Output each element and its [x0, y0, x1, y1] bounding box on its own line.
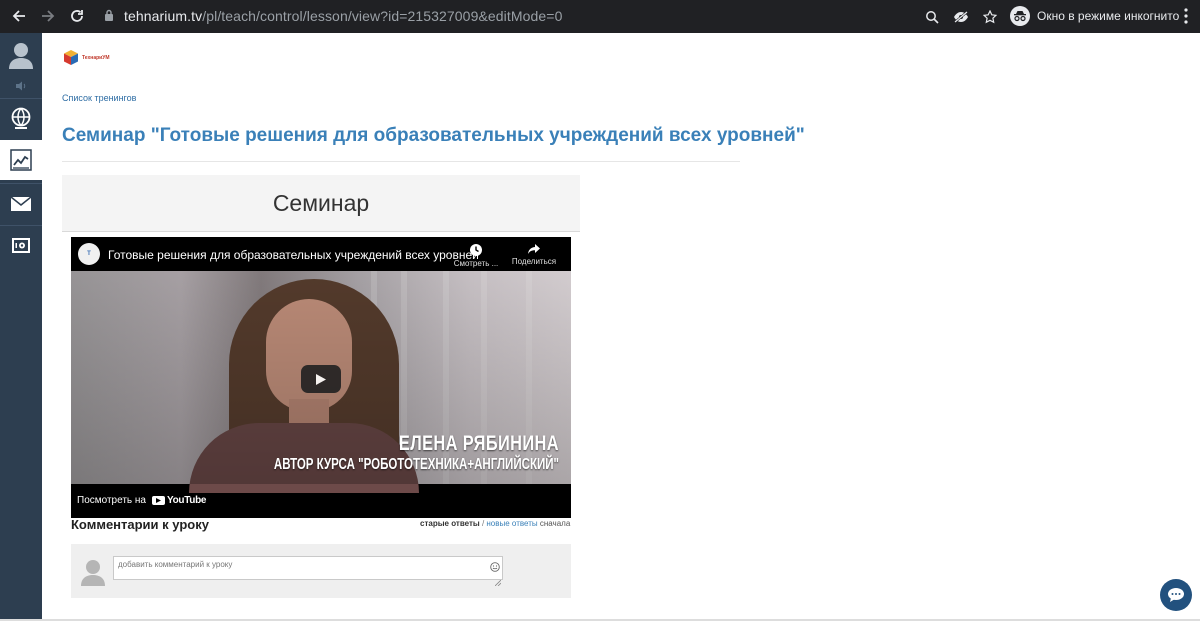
- sidebar-item-sound[interactable]: [0, 77, 42, 95]
- reload-icon: [71, 10, 83, 22]
- logo-text: ТехнариУМ: [82, 54, 110, 61]
- video-lower-third: ЕЛЕНА РЯБИНИНА АВТОР КУРСА "РОБОТОТЕХНИК…: [163, 432, 559, 474]
- chat-widget-button[interactable]: [1160, 579, 1192, 611]
- share-button[interactable]: Поделиться: [505, 243, 563, 266]
- lesson-header: Семинар: [62, 175, 580, 232]
- comments-sort: старые ответы / новые ответы сначала: [420, 519, 570, 528]
- chart-icon: [10, 149, 32, 171]
- play-icon: [316, 373, 326, 385]
- comments-title: Комментарии к уроку: [71, 517, 209, 532]
- safe-icon: [12, 238, 30, 253]
- comment-input[interactable]: [113, 556, 503, 580]
- arrow-left-icon: [12, 10, 25, 22]
- user-placeholder-icon: [81, 560, 105, 586]
- sidebar-item-messages[interactable]: [0, 189, 42, 219]
- speaker-name: ЕЛЕНА РЯБИНИНА: [398, 432, 559, 455]
- watch-later-label: Смотреть ...: [453, 259, 499, 268]
- watch-on-youtube-button[interactable]: Посмотреть на YouTube: [71, 487, 212, 514]
- globe-icon: [11, 107, 31, 129]
- comment-form: [71, 544, 571, 598]
- mail-icon: [10, 196, 32, 211]
- title-divider: [62, 161, 740, 162]
- left-sidebar: [0, 33, 42, 621]
- eye-off-icon[interactable]: [951, 7, 971, 27]
- browser-toolbar: tehnarium.tv/pl/teach/control/lesson/vie…: [0, 0, 1200, 33]
- video-player[interactable]: ЕЛЕНА РЯБИНИНА АВТОР КУРСА "РОБОТОТЕХНИК…: [71, 237, 571, 518]
- speaker-icon: [16, 81, 26, 91]
- chat-icon: [1168, 588, 1184, 602]
- incognito-indicator[interactable]: Окно в режиме инкогнито: [1010, 5, 1180, 27]
- url-path: /pl/teach/control/lesson/view?id=2153270…: [202, 8, 563, 24]
- lesson-header-text: Семинар: [272, 189, 370, 216]
- youtube-wordmark: YouTube: [167, 495, 207, 506]
- site-logo[interactable]: ТехнариУМ: [63, 49, 110, 66]
- sidebar-item-profile[interactable]: [0, 37, 42, 73]
- avatar: [80, 558, 106, 586]
- star-icon[interactable]: [980, 7, 1000, 27]
- clock-icon: [470, 244, 482, 256]
- incognito-icon: [1010, 6, 1030, 26]
- lock-icon[interactable]: [104, 9, 114, 27]
- sidebar-item-safe[interactable]: [0, 231, 42, 261]
- back-button[interactable]: [8, 5, 30, 27]
- resize-grip-icon[interactable]: [494, 573, 502, 591]
- arrow-right-icon: [42, 10, 55, 22]
- forward-button[interactable]: [37, 5, 59, 27]
- play-button[interactable]: [301, 365, 341, 393]
- breadcrumb-trainings-link[interactable]: Список тренингов: [62, 93, 136, 103]
- sidebar-item-analytics[interactable]: [0, 140, 42, 180]
- address-bar[interactable]: tehnarium.tv/pl/teach/control/lesson/vie…: [124, 8, 562, 24]
- zoom-icon[interactable]: [922, 7, 942, 27]
- sort-old-link[interactable]: старые ответы: [420, 519, 480, 528]
- video-title-bar: Т Готовые решения для образовательных уч…: [71, 237, 571, 271]
- more-menu-icon[interactable]: [1184, 8, 1188, 29]
- watch-on-label: Посмотреть на: [77, 495, 146, 506]
- share-icon: [528, 244, 540, 254]
- share-label: Поделиться: [511, 257, 557, 266]
- sidebar-item-globe[interactable]: [0, 103, 42, 133]
- reload-button[interactable]: [66, 5, 88, 27]
- user-icon: [9, 43, 33, 69]
- sort-first-text: сначала: [537, 519, 571, 528]
- incognito-label: Окно в режиме инкогнито: [1037, 9, 1180, 23]
- sort-new-link[interactable]: новые ответы: [486, 519, 537, 528]
- youtube-play-icon: [152, 496, 165, 505]
- watch-later-button[interactable]: Смотреть ...: [447, 243, 505, 268]
- logo-cube-icon: [64, 50, 78, 65]
- channel-avatar[interactable]: Т: [78, 243, 100, 265]
- video-title[interactable]: Готовые решения для образовательных учре…: [108, 248, 479, 262]
- url-host: tehnarium.tv: [124, 8, 203, 24]
- page-title: Семинар "Готовые решения для образовател…: [62, 125, 805, 146]
- youtube-logo: YouTube: [152, 495, 207, 506]
- speaker-role: АВТОР КУРСА "РОБОТОТЕХНИКА+АНГЛИЙСКИЙ": [273, 456, 559, 473]
